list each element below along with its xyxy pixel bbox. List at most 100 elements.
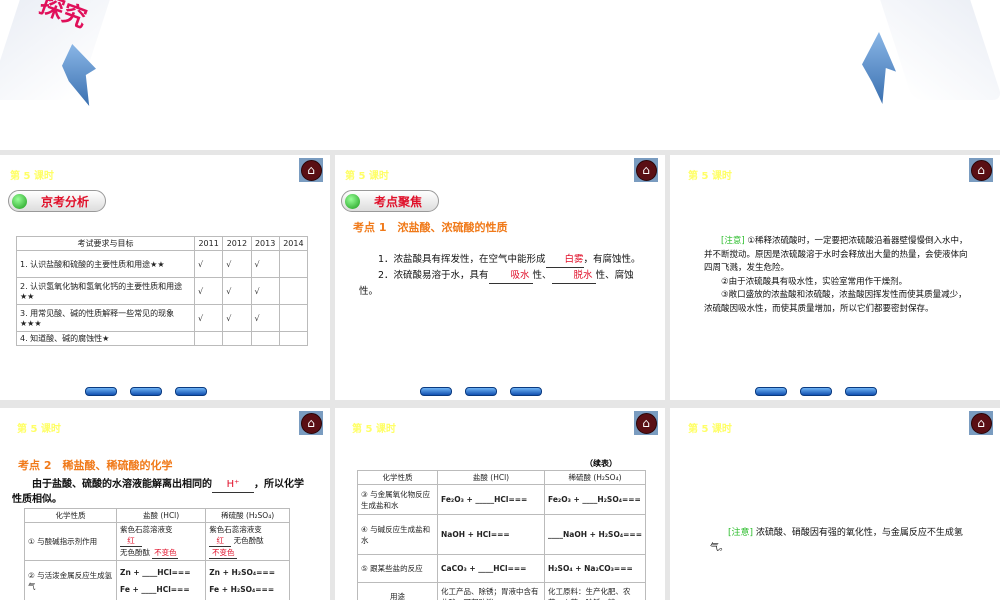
equation: Zn + ____HCl=== — [120, 567, 191, 577]
cell: √ — [222, 277, 252, 305]
text: ，有腐蚀性。 — [583, 254, 641, 265]
cell: 紫色石蕊溶液变红无色酚酞 不变色 — [115, 522, 207, 561]
green-dot-icon — [345, 193, 360, 209]
nav-button[interactable] — [510, 387, 542, 396]
cell — [278, 277, 309, 305]
answer-blank: 不变色 — [152, 548, 179, 559]
cell: √ — [193, 250, 224, 278]
cell: 化工产品、除锈；胃液中含有盐酸，可帮助消 — [437, 582, 545, 600]
nav-buttons — [755, 387, 877, 396]
section-pill: 京考分析 — [8, 190, 106, 212]
cell: ④ 与碱反应生成盐和水 — [357, 514, 438, 555]
answer-blank: 白雾 — [545, 252, 584, 268]
text: 2．浓硫酸易溶于水，具有 — [378, 270, 489, 281]
cell: √ — [250, 277, 280, 305]
table-row: ③ 与金属氧化物反应生成盐和水 Fe₂O₃ + _____HCl=== Fe₂O₃ … — [357, 484, 646, 515]
slide-thumbnail-3[interactable]: 第 5 课时 ⌂ [注意] ①稀释浓硫酸时，一定要把浓硫酸沿着器壁慢慢倒入水中，… — [670, 155, 1000, 400]
topic-heading: 考点 2 稀盐酸、稀硫酸的化学 — [18, 459, 173, 472]
home-button[interactable]: ⌂ — [634, 411, 658, 435]
nav-button[interactable] — [130, 387, 162, 396]
text: ③敞口盛放的浓盐酸和浓硫酸，浓盐酸因挥发性而使其质量减少，浓硫酸因吸水性，而使其… — [704, 290, 967, 314]
table-row: 用途化工产品、除锈；胃液中含有盐酸，可帮助消化工原料：生产化肥、农药、火药；除锈… — [357, 582, 646, 600]
nav-button[interactable] — [420, 387, 452, 396]
decor-right-panel — [867, 0, 1000, 100]
lesson-label: 第 5 课时 — [352, 424, 396, 435]
text: 1．浓盐酸具有挥发性，在空气中能形成 — [378, 254, 546, 265]
answer-blank: 脱水 — [551, 268, 596, 284]
cell: √ — [193, 304, 224, 332]
section-title: 考点聚焦 — [374, 194, 423, 209]
slide-thumbnail-6[interactable]: 第 5 课时 ⌂ [注意] 浓硫酸、硝酸因有强的氧化性，与金属反应不生成氢气。 — [670, 408, 1000, 600]
col-header: 2011 — [193, 236, 224, 251]
equation: Zn + H₂SO₄=== — [209, 567, 275, 577]
home-icon: ⌂ — [300, 159, 322, 181]
cell: √ — [193, 277, 224, 305]
table-row: ④ 与碱反应生成盐和水 NaOH + HCl=== ____NaOH + H₂SO₄… — [357, 514, 646, 555]
text: ②由于浓硫酸具有吸水性，实验室常用作干燥剂。 — [721, 276, 908, 287]
nav-buttons — [420, 387, 542, 396]
equation: Fe + H₂SO₄=== — [209, 584, 275, 594]
cell: H₂SO₄ + Na₂CO₃=== — [544, 554, 646, 583]
note-label: [注意] — [728, 528, 754, 538]
cell: Fe₂O₃ + ____H₂SO₄=== — [544, 484, 646, 515]
cell: 4. 知道酸、碱的腐蚀性★ — [16, 331, 195, 346]
cell: 2. 认识氢氧化钠和氢氧化钙的主要性质和用途★★ — [16, 277, 195, 305]
home-icon: ⌂ — [635, 412, 657, 434]
nav-button[interactable] — [800, 387, 832, 396]
slide-thumbnail-4[interactable]: 第 5 课时 ⌂ 考点 2 稀盐酸、稀硫酸的化学 由于盐酸、硫酸的水溶液能解离出… — [0, 408, 330, 600]
lesson-label: 第 5 课时 — [345, 171, 389, 182]
note-label: [注意] — [721, 236, 745, 246]
text: 性、 — [532, 270, 552, 281]
text: 无色酚酞 — [233, 536, 264, 545]
cell: 用途 — [357, 582, 438, 600]
table-row: 2. 认识氢氧化钠和氢氧化钙的主要性质和用途★★ √ √ √ — [16, 277, 309, 305]
nav-button[interactable] — [175, 387, 207, 396]
lesson-label: 第 5 课时 — [10, 171, 54, 182]
col-header: 盐酸 (HCl) — [437, 470, 545, 485]
cell — [278, 250, 309, 278]
cell — [278, 304, 309, 332]
cell: Zn + ____HCl=== Fe + ____HCl=== — [115, 560, 207, 600]
properties-table: 化学性质 盐酸 (HCl) 稀硫酸 (H₂SO₄) ① 与酸碱指示剂作用 紫色石蕊溶… — [24, 508, 290, 600]
home-button[interactable]: ⌂ — [634, 158, 658, 182]
cell: ____NaOH + H₂SO₄=== — [544, 514, 646, 555]
table-row: ⑤ 跟某些盐的反应 CaCO₃ + ____HCl=== H₂SO₄ + Na₂CO… — [357, 554, 646, 583]
nav-button[interactable] — [85, 387, 117, 396]
slide-thumbnail-2[interactable]: 第 5 课时 ⌂ 考点聚焦 考点 1 浓盐酸、浓硫酸的性质 1．浓盐酸具有挥发性… — [335, 155, 665, 400]
lesson-label: 第 5 课时 — [17, 424, 61, 435]
home-button[interactable]: ⌂ — [299, 158, 323, 182]
exam-table: 考试要求与目标 2011 2012 2013 2014 1. 认识盐酸和硫酸的主要性质和… — [16, 236, 309, 346]
answer-blank: H⁺ — [212, 478, 254, 493]
nav-button[interactable] — [465, 387, 497, 396]
slide-thumbnail-5[interactable]: 第 5 课时 ⌂ （续表） 化学性质 盐酸 (HCl) 稀硫酸 (H₂SO₄) ③ … — [335, 408, 665, 600]
nav-button[interactable] — [845, 387, 877, 396]
slide-thumbnail-title[interactable]: 探究 — [0, 0, 1000, 150]
cell — [278, 331, 309, 346]
slide-thumbnail-1[interactable]: 第 5 课时 ⌂ 京考分析 考试要求与目标 2011 2012 2013 2014 1.… — [0, 155, 330, 400]
col-header: 考试要求与目标 — [16, 236, 195, 251]
text: 由于盐酸、硫酸的水溶液能解离出相同的 — [32, 479, 212, 490]
content-text: 由于盐酸、硫酸的水溶液能解离出相同的 H⁺ ，所以化学性质相似。 — [12, 478, 308, 507]
nav-button[interactable] — [755, 387, 787, 396]
table-row: ① 与酸碱指示剂作用 紫色石蕊溶液变红无色酚酞 不变色 紫色石蕊溶液变红 无色酚… — [24, 522, 290, 561]
home-button[interactable]: ⌂ — [969, 411, 993, 435]
text: 紫色石蕊溶液变 — [120, 525, 173, 534]
table-row: 4. 知道酸、碱的腐蚀性★ — [16, 331, 309, 346]
home-button[interactable]: ⌂ — [299, 411, 323, 435]
cell: ③ 与金属氧化物反应生成盐和水 — [357, 484, 438, 515]
cell: Zn + H₂SO₄=== Fe + H₂SO₄=== — [205, 560, 290, 600]
col-header: 盐酸 (HCl) — [115, 508, 207, 523]
home-icon: ⌂ — [970, 412, 992, 434]
cell — [222, 331, 252, 346]
lesson-label: 第 5 课时 — [688, 424, 732, 435]
col-header: 稀硫酸 (H₂SO₄) — [544, 470, 646, 485]
home-button[interactable]: ⌂ — [969, 158, 993, 182]
home-icon: ⌂ — [300, 412, 322, 434]
text: 紫色石蕊溶液变 — [209, 525, 262, 534]
col-header: 2012 — [222, 236, 252, 251]
cell — [250, 331, 280, 346]
section-pill: 考点聚焦 — [341, 190, 439, 212]
answer-blank: 不变色 — [209, 547, 238, 559]
nav-buttons — [85, 387, 207, 396]
cell: NaOH + HCl=== — [437, 514, 545, 555]
